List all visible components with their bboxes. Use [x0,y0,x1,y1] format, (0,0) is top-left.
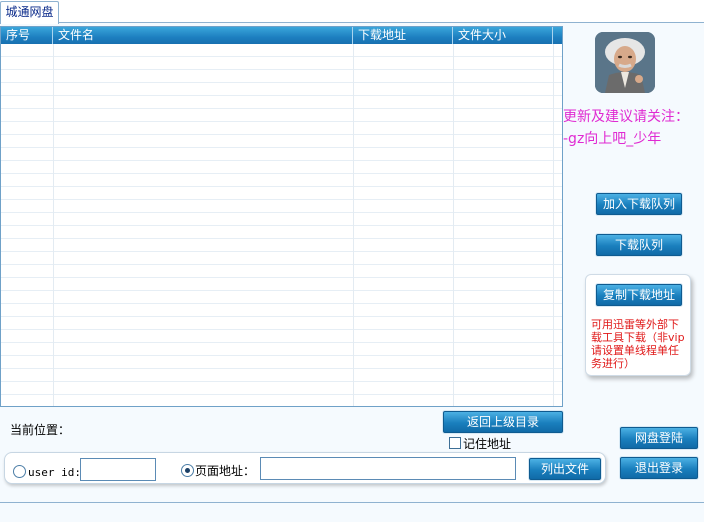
tab-strip [0,0,704,23]
logout-button[interactable]: 退出登录 [620,457,698,479]
userid-label: user id: [28,466,81,479]
current-location-label: 当前位置： [10,423,71,437]
promo-line-1: 更新及建议请关注： [563,109,689,125]
userid-radio[interactable] [13,465,26,478]
page-url-label: 页面地址： [195,464,256,478]
author-avatar [595,32,655,93]
column-filename[interactable]: 文件名 [53,27,353,44]
tab-chengtong[interactable]: 城通网盘 [0,1,59,24]
column-divider [553,44,554,406]
file-list-header: 序号 文件名 下载地址 文件大小 [1,27,562,44]
back-to-parent-button[interactable]: 返回上级目录 [443,411,563,433]
download-queue-button[interactable]: 下载队列 [596,234,682,256]
column-index[interactable]: 序号 [1,27,53,44]
column-download-url[interactable]: 下载地址 [353,27,453,44]
portrait-image [595,32,655,93]
file-list-body[interactable] [1,44,562,406]
column-divider [453,44,454,406]
panel-divider [0,502,704,503]
userid-input[interactable] [80,458,156,481]
copy-download-url-button[interactable]: 复制下载地址 [596,284,682,306]
file-list[interactable]: 序号 文件名 下载地址 文件大小 [0,26,563,407]
radio-selected-dot [185,468,190,473]
column-file-size[interactable]: 文件大小 [453,27,553,44]
list-files-button[interactable]: 列出文件 [529,458,601,480]
page-url-radio[interactable] [181,464,194,477]
cloud-login-button[interactable]: 网盘登陆 [620,427,698,449]
download-tip: 可用迅雷等外部下载工具下载（非vip请设置单线程单任务进行） [591,318,685,370]
column-divider [53,44,54,406]
add-to-download-queue-button[interactable]: 加入下载队列 [596,193,682,215]
column-divider [353,44,354,406]
page-url-input[interactable] [260,457,516,480]
promo-line-2: -gz向上吧_少年 [563,131,662,147]
remember-address-checkbox[interactable] [449,437,461,449]
remember-address-label: 记住地址 [463,437,512,451]
